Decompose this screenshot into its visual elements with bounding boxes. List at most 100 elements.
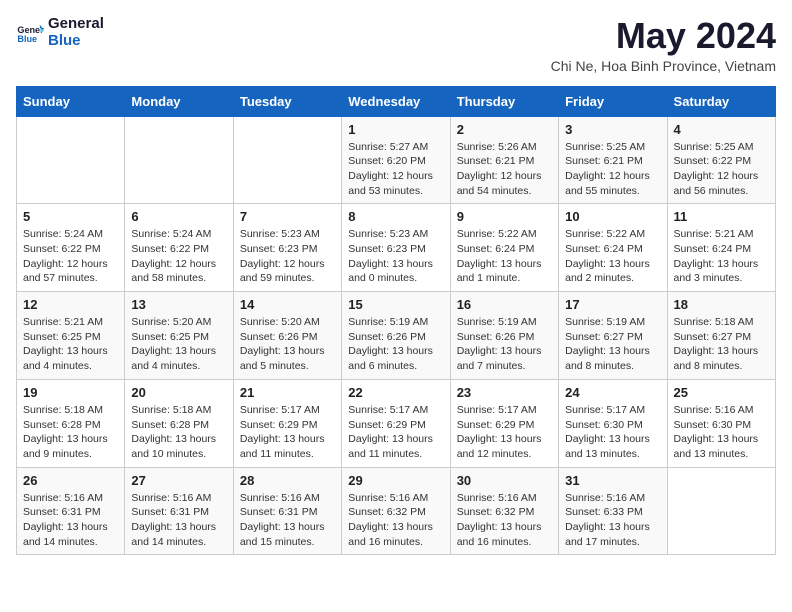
day-info: Sunrise: 5:19 AM Sunset: 6:26 PM Dayligh…: [348, 315, 443, 374]
day-number: 24: [565, 385, 660, 400]
day-info: Sunrise: 5:25 AM Sunset: 6:22 PM Dayligh…: [674, 140, 769, 199]
calendar-day-3: 3 Sunrise: 5:25 AM Sunset: 6:21 PM Daylig…: [559, 116, 667, 204]
day-number: 12: [23, 297, 118, 312]
calendar-empty-cell: [125, 116, 233, 204]
calendar-table: SundayMondayTuesdayWednesdayThursdayFrid…: [16, 86, 776, 556]
calendar-day-5: 5Sunrise: 5:24 AM Sunset: 6:22 PM Daylig…: [17, 204, 125, 292]
day-info: Sunrise: 5:22 AM Sunset: 6:24 PM Dayligh…: [565, 227, 660, 286]
day-number: 14: [240, 297, 335, 312]
weekday-header-friday: Friday: [559, 86, 667, 116]
calendar-header: SundayMondayTuesdayWednesdayThursdayFrid…: [17, 86, 776, 116]
day-number: 23: [457, 385, 552, 400]
calendar-day-7: 7 Sunrise: 5:23 AM Sunset: 6:23 PM Daylig…: [233, 204, 341, 292]
day-info: Sunrise: 5:20 AM Sunset: 6:25 PM Dayligh…: [131, 315, 226, 374]
calendar-week-row: 19Sunrise: 5:18 AM Sunset: 6:28 PM Dayli…: [17, 379, 776, 467]
calendar-day-20: 20 Sunrise: 5:18 AM Sunset: 6:28 PM Dayli…: [125, 379, 233, 467]
svg-text:Blue: Blue: [17, 34, 37, 44]
day-number: 11: [674, 209, 769, 224]
calendar-day-19: 19Sunrise: 5:18 AM Sunset: 6:28 PM Dayli…: [17, 379, 125, 467]
day-info: Sunrise: 5:21 AM Sunset: 6:24 PM Dayligh…: [674, 227, 769, 286]
day-number: 28: [240, 473, 335, 488]
logo-general: General: [48, 16, 104, 33]
day-number: 7: [240, 209, 335, 224]
day-info: Sunrise: 5:23 AM Sunset: 6:23 PM Dayligh…: [240, 227, 335, 286]
calendar-day-13: 13Sunrise: 5:20 AM Sunset: 6:25 PM Dayli…: [125, 292, 233, 380]
day-info: Sunrise: 5:20 AM Sunset: 6:26 PM Dayligh…: [240, 315, 335, 374]
day-number: 15: [348, 297, 443, 312]
calendar-day-14: 14 Sunrise: 5:20 AM Sunset: 6:26 PM Dayli…: [233, 292, 341, 380]
day-number: 26: [23, 473, 118, 488]
day-info: Sunrise: 5:26 AM Sunset: 6:21 PM Dayligh…: [457, 140, 552, 199]
day-info: Sunrise: 5:16 AM Sunset: 6:31 PM Dayligh…: [23, 491, 118, 550]
location-subtitle: Chi Ne, Hoa Binh Province, Vietnam: [551, 58, 776, 74]
calendar-day-6: 6Sunrise: 5:24 AM Sunset: 6:22 PM Daylig…: [125, 204, 233, 292]
calendar-day-16: 16Sunrise: 5:19 AM Sunset: 6:26 PM Dayli…: [450, 292, 558, 380]
calendar-empty-cell: [667, 467, 775, 555]
logo-icon: General Blue: [16, 19, 44, 47]
day-info: Sunrise: 5:23 AM Sunset: 6:23 PM Dayligh…: [348, 227, 443, 286]
calendar-day-8: 8 Sunrise: 5:23 AM Sunset: 6:23 PM Daylig…: [342, 204, 450, 292]
day-info: Sunrise: 5:25 AM Sunset: 6:21 PM Dayligh…: [565, 140, 660, 199]
page-header: General Blue General Blue May 2024 Chi N…: [16, 16, 776, 74]
day-number: 29: [348, 473, 443, 488]
day-number: 18: [674, 297, 769, 312]
calendar-day-26: 26 Sunrise: 5:16 AM Sunset: 6:31 PM Dayli…: [17, 467, 125, 555]
calendar-day-28: 28Sunrise: 5:16 AM Sunset: 6:31 PM Dayli…: [233, 467, 341, 555]
day-info: Sunrise: 5:21 AM Sunset: 6:25 PM Dayligh…: [23, 315, 118, 374]
day-info: Sunrise: 5:19 AM Sunset: 6:27 PM Dayligh…: [565, 315, 660, 374]
day-number: 10: [565, 209, 660, 224]
day-info: Sunrise: 5:22 AM Sunset: 6:24 PM Dayligh…: [457, 227, 552, 286]
logo-blue: Blue: [48, 33, 104, 50]
day-number: 22: [348, 385, 443, 400]
calendar-day-11: 11 Sunrise: 5:21 AM Sunset: 6:24 PM Dayli…: [667, 204, 775, 292]
calendar-day-24: 24Sunrise: 5:17 AM Sunset: 6:30 PM Dayli…: [559, 379, 667, 467]
weekday-header-row: SundayMondayTuesdayWednesdayThursdayFrid…: [17, 86, 776, 116]
day-number: 31: [565, 473, 660, 488]
day-number: 8: [348, 209, 443, 224]
calendar-day-23: 23 Sunrise: 5:17 AM Sunset: 6:29 PM Dayli…: [450, 379, 558, 467]
day-info: Sunrise: 5:16 AM Sunset: 6:32 PM Dayligh…: [348, 491, 443, 550]
calendar-day-31: 31 Sunrise: 5:16 AM Sunset: 6:33 PM Dayli…: [559, 467, 667, 555]
calendar-day-2: 2 Sunrise: 5:26 AM Sunset: 6:21 PM Daylig…: [450, 116, 558, 204]
calendar-week-row: 1Sunrise: 5:27 AM Sunset: 6:20 PM Daylig…: [17, 116, 776, 204]
calendar-day-30: 30Sunrise: 5:16 AM Sunset: 6:32 PM Dayli…: [450, 467, 558, 555]
day-number: 4: [674, 122, 769, 137]
weekday-header-tuesday: Tuesday: [233, 86, 341, 116]
calendar-day-10: 10 Sunrise: 5:22 AM Sunset: 6:24 PM Dayli…: [559, 204, 667, 292]
weekday-header-thursday: Thursday: [450, 86, 558, 116]
calendar-day-9: 9 Sunrise: 5:22 AM Sunset: 6:24 PM Daylig…: [450, 204, 558, 292]
calendar-day-4: 4 Sunrise: 5:25 AM Sunset: 6:22 PM Daylig…: [667, 116, 775, 204]
calendar-day-15: 15 Sunrise: 5:19 AM Sunset: 6:26 PM Dayli…: [342, 292, 450, 380]
calendar-day-29: 29 Sunrise: 5:16 AM Sunset: 6:32 PM Dayli…: [342, 467, 450, 555]
calendar-day-21: 21Sunrise: 5:17 AM Sunset: 6:29 PM Dayli…: [233, 379, 341, 467]
day-number: 9: [457, 209, 552, 224]
day-info: Sunrise: 5:17 AM Sunset: 6:29 PM Dayligh…: [348, 403, 443, 462]
day-number: 20: [131, 385, 226, 400]
day-info: Sunrise: 5:27 AM Sunset: 6:20 PM Dayligh…: [348, 140, 443, 199]
calendar-day-27: 27Sunrise: 5:16 AM Sunset: 6:31 PM Dayli…: [125, 467, 233, 555]
weekday-header-wednesday: Wednesday: [342, 86, 450, 116]
month-title: May 2024: [551, 16, 776, 56]
calendar-empty-cell: [233, 116, 341, 204]
title-area: May 2024 Chi Ne, Hoa Binh Province, Viet…: [551, 16, 776, 74]
day-info: Sunrise: 5:16 AM Sunset: 6:30 PM Dayligh…: [674, 403, 769, 462]
weekday-header-saturday: Saturday: [667, 86, 775, 116]
day-number: 5: [23, 209, 118, 224]
day-info: Sunrise: 5:16 AM Sunset: 6:31 PM Dayligh…: [131, 491, 226, 550]
calendar-week-row: 12 Sunrise: 5:21 AM Sunset: 6:25 PM Dayli…: [17, 292, 776, 380]
calendar-day-22: 22 Sunrise: 5:17 AM Sunset: 6:29 PM Dayli…: [342, 379, 450, 467]
day-number: 2: [457, 122, 552, 137]
calendar-day-18: 18Sunrise: 5:18 AM Sunset: 6:27 PM Dayli…: [667, 292, 775, 380]
calendar-week-row: 26 Sunrise: 5:16 AM Sunset: 6:31 PM Dayli…: [17, 467, 776, 555]
day-info: Sunrise: 5:17 AM Sunset: 6:29 PM Dayligh…: [457, 403, 552, 462]
day-info: Sunrise: 5:18 AM Sunset: 6:28 PM Dayligh…: [23, 403, 118, 462]
day-info: Sunrise: 5:17 AM Sunset: 6:29 PM Dayligh…: [240, 403, 335, 462]
day-info: Sunrise: 5:16 AM Sunset: 6:33 PM Dayligh…: [565, 491, 660, 550]
day-number: 30: [457, 473, 552, 488]
day-info: Sunrise: 5:18 AM Sunset: 6:28 PM Dayligh…: [131, 403, 226, 462]
day-number: 16: [457, 297, 552, 312]
weekday-header-monday: Monday: [125, 86, 233, 116]
day-number: 3: [565, 122, 660, 137]
day-info: Sunrise: 5:24 AM Sunset: 6:22 PM Dayligh…: [131, 227, 226, 286]
calendar-day-1: 1Sunrise: 5:27 AM Sunset: 6:20 PM Daylig…: [342, 116, 450, 204]
